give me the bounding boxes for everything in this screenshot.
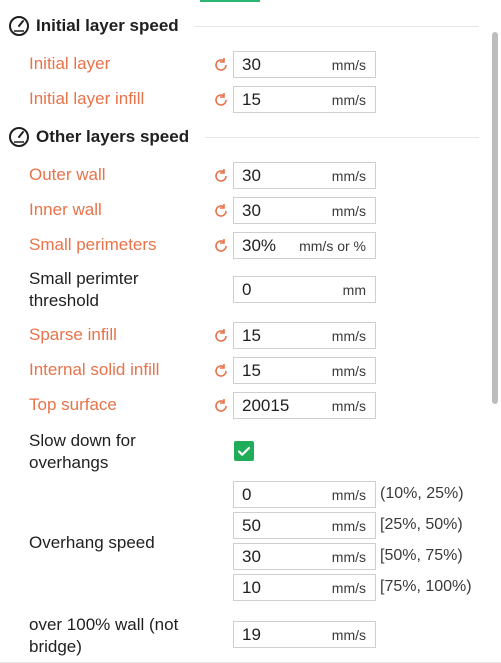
internal-solid-infill-input[interactable]: 15 mm/s bbox=[233, 357, 376, 384]
initial-layer-infill-input[interactable]: 15 mm/s bbox=[233, 86, 376, 113]
input-value: 30 bbox=[242, 547, 261, 566]
input-value: 10 bbox=[242, 578, 261, 597]
vertical-scrollbar[interactable] bbox=[492, 32, 498, 404]
input-unit: mm/s or % bbox=[299, 238, 366, 254]
input-value: 19 bbox=[242, 625, 261, 644]
checkmark-icon bbox=[237, 446, 251, 456]
input-unit: mm/s bbox=[331, 57, 366, 73]
reset-icon[interactable] bbox=[212, 167, 230, 185]
over-100-wall-label-line1: over 100% wall (not bbox=[29, 615, 179, 634]
input-unit: mm/s bbox=[331, 92, 366, 108]
input-value: 15 bbox=[242, 361, 261, 380]
initial-layer-input[interactable]: 30 mm/s bbox=[233, 51, 376, 78]
section-divider bbox=[195, 26, 479, 27]
input-unit: mm bbox=[342, 282, 366, 298]
reset-icon[interactable] bbox=[212, 237, 230, 255]
input-unit: mm/s bbox=[331, 487, 366, 503]
top-surface-label: Top surface bbox=[29, 395, 117, 414]
input-value: 30 bbox=[242, 55, 261, 74]
reset-icon[interactable] bbox=[212, 397, 230, 415]
over-100-wall-input[interactable]: 19 mm/s bbox=[233, 621, 376, 648]
slow-down-overhangs-checkbox[interactable] bbox=[234, 441, 254, 461]
input-value: 30 bbox=[242, 166, 261, 185]
inner-wall-input[interactable]: 30 mm/s bbox=[233, 197, 376, 224]
input-unit: mm/s bbox=[331, 398, 366, 414]
sparse-infill-input[interactable]: 15 mm/s bbox=[233, 322, 376, 349]
small-perimeters-input[interactable]: 30% mm/s or % bbox=[233, 232, 376, 259]
overhang-speed-label: Overhang speed bbox=[29, 533, 155, 552]
input-unit: mm/s bbox=[331, 627, 366, 643]
initial-layer-label: Initial layer bbox=[29, 54, 111, 73]
slow-down-overhangs-label-line1: Slow down for bbox=[29, 431, 136, 450]
reset-icon[interactable] bbox=[212, 56, 230, 74]
input-value: 20015 bbox=[242, 396, 290, 415]
outer-wall-input[interactable]: 30 mm/s bbox=[233, 162, 376, 189]
section-other-layers-speed: Other layers speed bbox=[8, 125, 189, 149]
speed-settings-panel: Initial layer speed Initial layer 30 mm/… bbox=[0, 0, 501, 663]
section-title: Initial layer speed bbox=[36, 16, 179, 35]
reset-icon[interactable] bbox=[212, 327, 230, 345]
overhang-range-label: [75%, 100%) bbox=[380, 578, 472, 595]
small-perimeter-threshold-label-line2: threshold bbox=[29, 291, 99, 310]
internal-solid-infill-label: Internal solid infill bbox=[29, 360, 160, 379]
top-surface-input[interactable]: 20015 mm/s bbox=[233, 392, 376, 419]
input-value: 15 bbox=[242, 90, 261, 109]
overhang-range-label: [50%, 75%) bbox=[380, 547, 463, 564]
outer-wall-label: Outer wall bbox=[29, 165, 106, 184]
overhang-speed-input-3[interactable]: 30 mm/s bbox=[233, 543, 376, 570]
input-unit: mm/s bbox=[331, 328, 366, 344]
input-unit: mm/s bbox=[331, 518, 366, 534]
speedometer-icon bbox=[9, 16, 29, 36]
input-value: 0 bbox=[242, 485, 252, 504]
input-value: 15 bbox=[242, 326, 261, 345]
section-initial-layer-speed: Initial layer speed bbox=[8, 14, 179, 38]
overhang-range-label: (10%, 25%) bbox=[380, 485, 464, 502]
inner-wall-label: Inner wall bbox=[29, 200, 102, 219]
input-unit: mm/s bbox=[331, 168, 366, 184]
input-unit: mm/s bbox=[331, 580, 366, 596]
sparse-infill-label: Sparse infill bbox=[29, 325, 117, 344]
input-value: 30% bbox=[242, 236, 277, 255]
input-unit: mm/s bbox=[331, 549, 366, 565]
reset-icon[interactable] bbox=[212, 91, 230, 109]
small-perimeters-label: Small perimeters bbox=[29, 235, 157, 254]
input-value: 50 bbox=[242, 516, 261, 535]
overhang-speed-input-4[interactable]: 10 mm/s bbox=[233, 574, 376, 601]
row-overhang-speed: Overhang speed 0 mm/s (10%, 25%) 50 mm/s… bbox=[0, 480, 480, 604]
slow-down-overhangs-label-line2: overhangs bbox=[29, 453, 109, 472]
reset-icon[interactable] bbox=[212, 362, 230, 380]
speedometer-icon bbox=[9, 127, 29, 147]
section-title: Other layers speed bbox=[36, 127, 190, 146]
overhang-range-label: [25%, 50%) bbox=[380, 516, 463, 533]
input-value: 0 bbox=[242, 280, 252, 299]
overhang-speed-input-1[interactable]: 0 mm/s bbox=[233, 481, 376, 508]
input-unit: mm/s bbox=[331, 363, 366, 379]
small-perimeter-threshold-label-line1: Small perimter bbox=[29, 269, 139, 288]
initial-layer-infill-label: Initial layer infill bbox=[29, 89, 145, 108]
input-value: 30 bbox=[242, 201, 261, 220]
input-unit: mm/s bbox=[331, 203, 366, 219]
section-divider bbox=[205, 137, 479, 138]
overhang-speed-input-2[interactable]: 50 mm/s bbox=[233, 512, 376, 539]
reset-icon[interactable] bbox=[212, 202, 230, 220]
over-100-wall-label-line2: bridge) bbox=[29, 637, 82, 656]
active-tab-indicator bbox=[200, 0, 260, 2]
small-perimeter-threshold-input[interactable]: 0 mm bbox=[233, 276, 376, 303]
